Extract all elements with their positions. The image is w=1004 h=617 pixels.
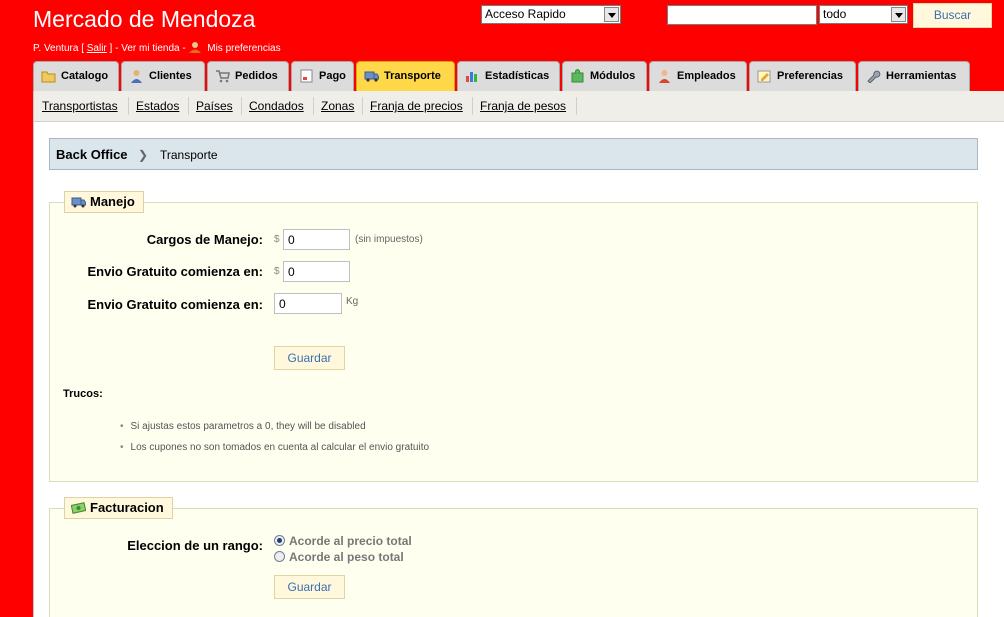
range-choice-label: Eleccion de un rango: — [127, 538, 263, 553]
free-shipping-price-label: Envio Gratuito comienza en: — [87, 264, 263, 279]
payment-icon — [300, 69, 313, 83]
free-shipping-price-input[interactable]: 0 — [283, 261, 350, 282]
truck-icon — [71, 197, 86, 208]
handling-hint: (sin impuestos) — [355, 234, 423, 245]
free-shipping-weight-input[interactable]: 0 — [274, 293, 342, 314]
tab-modulos[interactable]: Módulos — [562, 61, 647, 91]
radio-button[interactable] — [274, 551, 285, 562]
tip-item: Si ajustas estos parametros a 0, they wi… — [120, 421, 366, 432]
handling-currency: $ — [274, 234, 280, 245]
employee-icon — [659, 70, 670, 83]
weight-unit: Kg — [346, 296, 359, 307]
manejo-save-button[interactable]: Guardar — [274, 346, 345, 370]
tab-empleados[interactable]: Empleados — [649, 61, 747, 91]
tab-transporte[interactable]: Transporte — [356, 61, 455, 91]
quick-access-select[interactable]: Acceso Rapido — [481, 5, 621, 24]
subnav-zonas[interactable]: Zonas — [321, 99, 354, 113]
preferences-icon — [757, 70, 771, 83]
wrench-icon — [867, 70, 881, 83]
subnav-franja-pesos[interactable]: Franja de pesos — [480, 99, 566, 113]
breadcrumb-root[interactable]: Back Office — [56, 147, 128, 162]
search-button[interactable]: Buscar — [913, 3, 992, 28]
search-scope-select[interactable]: todo — [819, 5, 908, 24]
radio-button-checked[interactable] — [274, 535, 285, 546]
shop-title: Mercado de Mendoza — [33, 6, 256, 32]
subnav-paises[interactable]: Países — [196, 99, 233, 113]
tip-item: Los cupones no son tomados en cuenta al … — [120, 442, 430, 453]
folder-icon — [41, 71, 56, 83]
chart-icon — [466, 72, 477, 82]
subnav-separator — [472, 97, 473, 115]
quick-access-value: Acceso Rapido — [485, 7, 566, 21]
chevron-down-icon — [604, 7, 619, 22]
user-icon — [131, 70, 142, 83]
user-line: P. Ventura [ Salir ] - Ver mi tienda - M… — [33, 41, 281, 54]
logout-link[interactable]: Salir — [87, 43, 107, 54]
tab-catalogo[interactable]: Catalogo — [33, 61, 119, 91]
subnav-condados[interactable]: Condados — [249, 99, 304, 113]
free-shipping-price-currency: $ — [274, 266, 280, 277]
subnav-transportistas[interactable]: Transportistas — [42, 99, 118, 113]
subnav-separator — [188, 97, 189, 115]
tab-pedidos[interactable]: Pedidos — [207, 61, 289, 91]
manejo-legend: Manejo — [64, 191, 144, 213]
my-preferences-link[interactable]: Mis preferencias — [207, 43, 280, 54]
subnav-separator — [241, 97, 242, 115]
subnav-separator — [576, 97, 577, 115]
facturacion-legend: Facturacion — [64, 497, 173, 519]
tab-preferencias[interactable]: Preferencias — [749, 61, 856, 91]
subnav-separator — [362, 97, 363, 115]
tips-title: Trucos: — [63, 388, 103, 400]
range-option-weight[interactable]: Acorde al peso total — [274, 550, 404, 564]
subnav-separator — [128, 97, 129, 115]
subnav-estados[interactable]: Estados — [136, 99, 179, 113]
tab-herramientas[interactable]: Herramientas — [858, 61, 970, 91]
search-scope-value: todo — [823, 7, 847, 21]
tab-clientes[interactable]: Clientes — [121, 61, 205, 91]
free-shipping-weight-label: Envio Gratuito comienza en: — [87, 297, 263, 312]
user-name: P. Ventura [ — [33, 43, 84, 54]
tab-estadisticas[interactable]: Estadísticas — [457, 61, 560, 91]
tab-pago[interactable]: Pago — [291, 61, 354, 91]
truck-icon — [364, 71, 379, 82]
breadcrumb-current: Transporte — [160, 148, 218, 162]
chevron-down-icon — [891, 7, 906, 22]
search-input[interactable] — [667, 5, 817, 25]
range-option-price[interactable]: Acorde al precio total — [274, 534, 412, 548]
cart-icon — [216, 70, 230, 83]
facturacion-save-button[interactable]: Guardar — [274, 575, 345, 599]
main-panel: Transportistas Estados Países Condados Z… — [33, 91, 1004, 617]
sub-navigation: Transportistas Estados Países Condados Z… — [34, 91, 1004, 122]
handling-charges-input[interactable]: 0 — [283, 229, 350, 250]
manejo-section: Manejo Cargos de Manejo: $ 0 (sin impues… — [49, 191, 978, 482]
view-shop-link[interactable]: ] - Ver mi tienda - — [110, 43, 186, 54]
subnav-separator — [313, 97, 314, 115]
chevron-right-icon: ❯ — [138, 148, 149, 162]
preferences-user-icon — [189, 42, 202, 53]
facturacion-section: Facturacion Eleccion de un rango: Acorde… — [49, 497, 978, 617]
handling-charges-label: Cargos de Manejo: — [146, 232, 263, 247]
puzzle-icon — [571, 69, 584, 83]
money-icon — [71, 502, 86, 514]
breadcrumb: Back Office ❯ Transporte — [49, 138, 978, 170]
subnav-franja-precios[interactable]: Franja de precios — [370, 99, 463, 113]
